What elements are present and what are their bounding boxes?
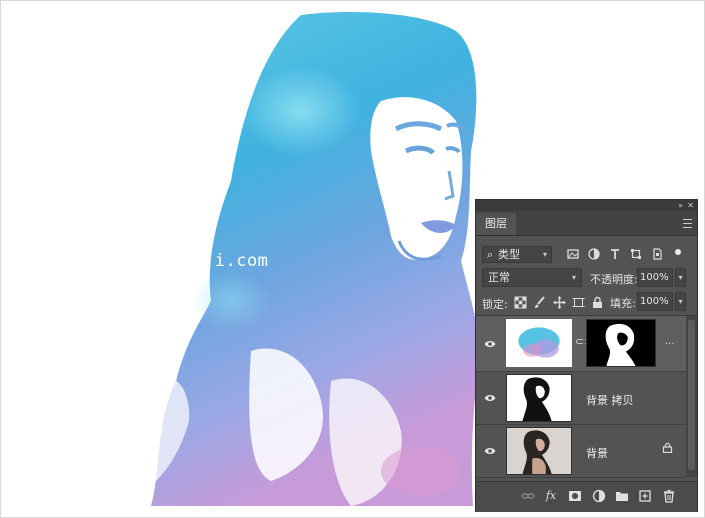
layer-lock-icon[interactable] [662,442,673,453]
shape-filter-icon[interactable] [630,248,642,260]
blend-mode-select[interactable]: 正常 ▾ [482,268,582,287]
layer-name[interactable]: 背景 拷贝 [586,392,634,408]
lock-image-pixels-icon[interactable] [533,296,546,309]
fill-slider-toggle[interactable]: ▾ [675,292,686,311]
layers-list: ⊂⊃ ... 背景 拷贝 背景 [476,316,686,478]
blend-opacity-row: 正常 ▾ 不透明度: 100% ▾ [476,267,697,291]
filter-kind-label: 类型 [498,248,520,261]
image-filter-icon[interactable] [567,248,579,260]
panel-title-bar[interactable]: » ✕ [476,200,697,211]
adjustment-filter-icon[interactable] [588,248,600,260]
fill-label: 填充: [610,297,636,310]
layers-footer-toolbar: fx [476,481,697,512]
more-options-icon[interactable]: ... [665,336,675,347]
layer-thumbnail[interactable] [506,427,572,475]
tab-layers[interactable]: 图层 [476,213,516,235]
layer-thumbnail[interactable] [506,374,572,422]
fx-icon[interactable]: fx [544,489,558,503]
layers-scrollbar[interactable] [686,316,697,477]
fill-input[interactable]: 100% [637,292,673,311]
prevent-auto-nesting-icon[interactable] [572,296,585,309]
new-layer-icon[interactable] [638,489,652,503]
link-layers-icon[interactable] [521,489,535,503]
type-filter-icon[interactable] [609,248,621,260]
close-panel-icon[interactable]: ✕ [687,200,694,211]
delete-icon[interactable] [662,489,676,503]
chevron-down-icon: ▾ [542,250,547,259]
search-icon: ⌕ [487,248,494,261]
filter-toggle-icon[interactable] [675,249,681,255]
visibility-eye-icon[interactable] [484,340,496,348]
watermark-text: ji.com [204,251,269,271]
layer-filter-row: ⌕ 类型 ▾ [476,243,697,267]
visibility-eye-icon[interactable] [484,447,496,455]
blend-mode-value: 正常 [488,271,510,284]
lock-transparent-pixels-icon[interactable] [514,296,527,309]
chevron-down-icon: ▾ [571,273,576,282]
panel-menu-icon[interactable] [683,219,692,228]
opacity-label: 不透明度: [590,273,638,286]
lock-all-icon[interactable] [591,296,604,309]
lock-label: 锁定: [482,298,508,311]
lock-position-icon[interactable] [553,296,566,309]
add-mask-icon[interactable] [568,489,582,503]
layer-thumbnail[interactable] [506,319,572,367]
layer-row-watercolor[interactable]: ⊂⊃ ... [476,316,686,372]
layer-row-background-copy[interactable]: 背景 拷贝 [476,372,686,425]
lock-fill-row: 锁定: 填充: 100% ▾ [476,291,697,316]
opacity-slider-toggle[interactable]: ▾ [675,268,686,287]
group-folder-icon[interactable] [615,489,629,503]
opacity-input[interactable]: 100% [637,268,673,287]
adjustment-layer-icon[interactable] [592,489,606,503]
layer-row-background[interactable]: 背景 [476,425,686,478]
scrollbar-thumb[interactable] [688,320,695,470]
collapse-panel-icon[interactable]: » [678,200,683,211]
visibility-eye-icon[interactable] [484,394,496,402]
filter-kind-select[interactable]: ⌕ 类型 ▾ [482,246,552,263]
panel-tab-bar: 图层 [476,211,697,236]
layers-panel: » ✕ 图层 ⌕ 类型 ▾ 正常 ▾ 不透明度: 100% ▾ 锁定: 填充: … [475,199,698,512]
smart-object-filter-icon[interactable] [651,248,663,260]
layer-mask-thumbnail[interactable] [586,319,656,367]
layer-name[interactable]: 背景 [586,445,608,461]
